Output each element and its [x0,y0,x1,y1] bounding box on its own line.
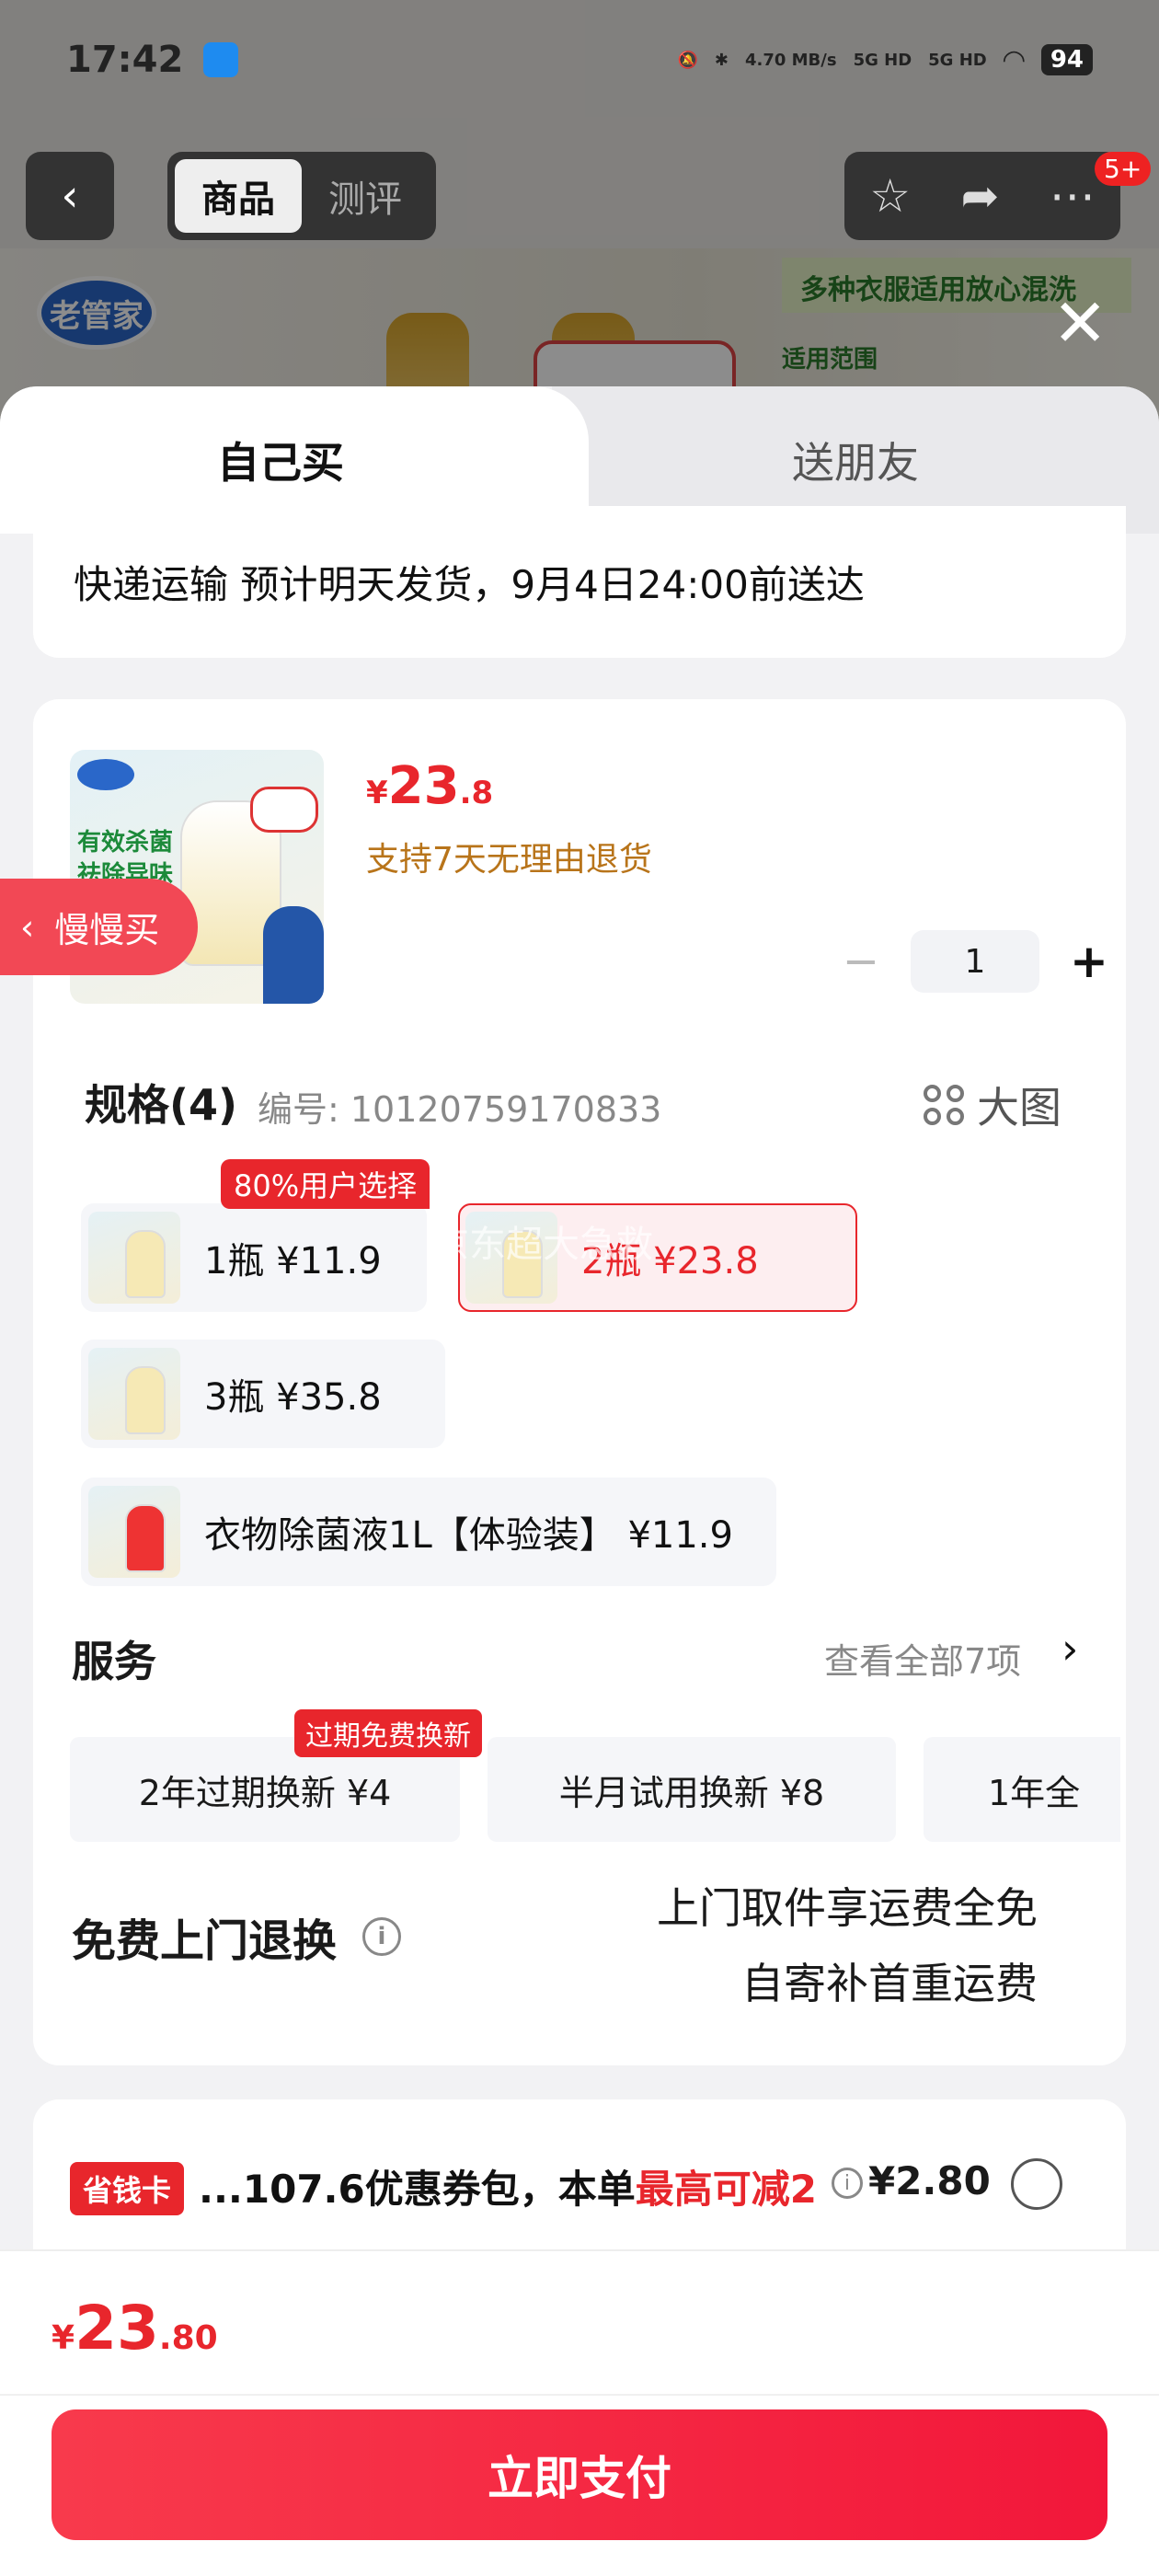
option-thumbnail [88,1348,180,1440]
more-icon[interactable]: ⋯ [1050,169,1096,223]
mute-icon: 🔕 [677,50,698,70]
price-decimal: .8 [459,775,494,811]
coupon-radio[interactable] [1010,2158,1062,2210]
grid-icon [924,1085,964,1125]
coupon-text: ...107.6优惠券包，本单最高可减2 [199,2158,817,2214]
big-image-button[interactable]: 大图 [924,1075,1061,1135]
nav-actions: ☆ ➦ ⋯ [844,152,1120,240]
coupon-desc: ...107.6优惠券包，本单 [199,2167,636,2212]
free-return-title: 免费上门退换 i [72,1904,402,1969]
price-integer: 23 [387,756,460,816]
return-self-ship-note: 自寄补首重运费 [741,1959,1038,2008]
tab-product[interactable]: 商品 [175,159,302,233]
info-icon[interactable]: i [362,1917,402,1956]
product-image-text-1: 有效杀菌 [77,829,174,857]
return-policy: 支持7天无理由退货 [366,841,652,879]
shipping-text: 快递运输 预计明天发货，9月4日24:00前送达 [74,562,865,607]
service-option-2[interactable]: 半月试用换新 ¥8 [488,1737,896,1842]
return-pickup-note: 上门取件享运费全免 [657,1883,1038,1933]
status-bar: 17:42 🔕 ✱ 4.70 MB/s 5G HD 5G HD ◠ 94 [0,0,1159,120]
service-options: 2年过期换新 ¥4 半月试用换新 ¥8 1年全 [70,1737,1120,1842]
option-label: 3瓶 ¥35.8 [204,1376,382,1419]
product-tabs: 商品 测评 [167,152,436,240]
coupon-highlight: 最高可减2 [635,2167,817,2212]
popular-choice-tag: 80%用户选择 [221,1159,430,1209]
total-price: ¥23.80 [52,2293,218,2363]
signal-2: 5G HD [928,50,987,70]
info-icon[interactable]: i [831,2168,863,2199]
decrease-button[interactable]: − [833,936,889,987]
quantity-stepper: − 1 + [833,929,1117,994]
big-image-label: 大图 [977,1083,1061,1133]
savings-card-badge: 省钱卡 [70,2162,185,2215]
quantity-input[interactable]: 1 [911,930,1039,993]
slow-buy-button[interactable]: ‹ 慢慢买 [0,879,198,975]
price-symbol: ¥ [366,775,388,811]
status-time: 17:42 [66,39,184,81]
favorite-star-icon[interactable]: ☆ [869,169,911,223]
service-option-3[interactable]: 1年全 [924,1737,1120,1842]
product-spokesperson [263,906,324,1004]
divider [0,2394,1159,2396]
option-label: 衣物除菌液1L【体验装】 ¥11.9 [204,1514,733,1557]
chevron-left-icon: ‹ [20,906,35,948]
signal-1: 5G HD [853,50,912,70]
total-price-integer: 23 [75,2293,159,2363]
service-title: 服务 [72,1637,156,1686]
total-price-symbol: ¥ [52,2319,75,2357]
checkout-bar: ¥23.80 立即支付 [0,2249,1159,2576]
bluetooth-icon: ✱ [714,50,729,70]
battery-level: 94 [1040,44,1093,75]
message-badge: 5+ [1095,152,1152,186]
app-notification-icon [203,42,239,77]
spec-option-3[interactable]: 3瓶 ¥35.8 [81,1340,445,1448]
top-navigation: ‹ 商品 测评 ☆ ➦ ⋯ 5+ [0,152,1159,244]
spec-option-4[interactable]: 衣物除菌液1L【体验装】 ¥11.9 [81,1478,776,1586]
service-tag: 过期免费换新 [294,1709,482,1757]
sku-number: 编号: 10120759170833 [258,1089,662,1130]
spec-title: 规格(4) [85,1080,238,1130]
pay-now-button[interactable]: 立即支付 [52,2409,1107,2540]
tab-review[interactable]: 测评 [302,159,429,233]
increase-button[interactable]: + [1061,935,1117,988]
chevron-right-icon[interactable]: › [1061,1624,1078,1673]
product-brand-logo [77,759,134,790]
product-badge [250,787,318,833]
status-indicators: 🔕 ✱ 4.70 MB/s 5G HD 5G HD ◠ 94 [677,44,1093,76]
option-label: 1瓶 ¥11.9 [204,1240,382,1282]
back-button[interactable]: ‹ [26,152,114,240]
net-speed: 4.70 MB/s [744,50,837,70]
watermark: 京东超大急救 [432,1224,653,1266]
slow-buy-label: 慢慢买 [54,910,160,950]
shipping-info: 快递运输 预计明天发货，9月4日24:00前送达 [33,506,1126,658]
spec-option-1[interactable]: 1瓶 ¥11.9 [81,1203,427,1312]
share-icon[interactable]: ➦ [960,169,999,223]
coupon-amount: ¥2.80 [867,2158,991,2203]
product-card: 有效杀菌 祛除异味 ¥23.8 支持7天无理由退货 − 1 + 规格(4) 编号… [33,699,1126,2065]
product-price: ¥23.8 [366,756,493,816]
option-thumbnail [88,1212,180,1304]
free-return-label: 免费上门退换 [72,1915,338,1967]
wifi-icon: ◠ [1003,43,1025,76]
view-all-services[interactable]: 查看全部7项 [824,1633,1021,1684]
total-price-decimal: .80 [158,2319,218,2357]
option-thumbnail [88,1486,180,1578]
purchase-sheet: 送朋友 自己买 快递运输 预计明天发货，9月4日24:00前送达 有效杀菌 祛除… [0,386,1159,2576]
close-icon[interactable]: ✕ [1052,290,1107,356]
chevron-left-icon: ‹ [61,170,79,222]
